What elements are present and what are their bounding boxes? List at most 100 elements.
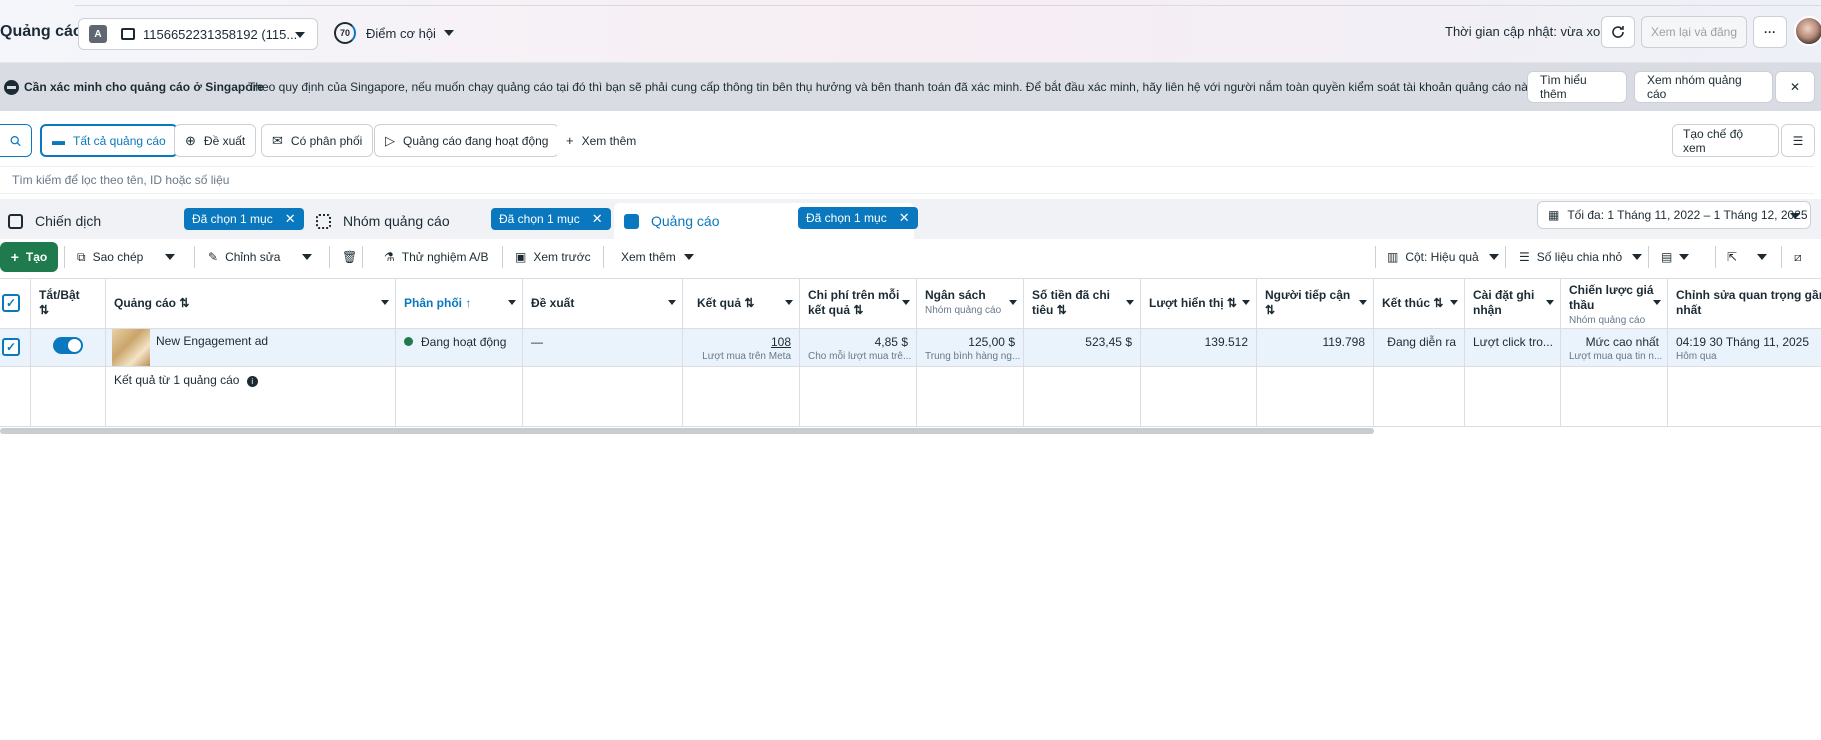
close-icon[interactable]: ✕: [592, 211, 603, 227]
filter-bar: ▬ Tất cả quảng cáo ⊕ Đề xuất ✉ Có phân p…: [0, 124, 1821, 158]
row-impressions-cell: 139.512: [1141, 329, 1257, 366]
filter-active-ads[interactable]: ▷ Quảng cáo đang hoạt động: [374, 124, 560, 157]
table-header-row: ✓ Tắt/Bật ⇅ Quảng cáo ⇅ Phân phối ↑ Đề x…: [0, 279, 1821, 329]
row-ad-cell[interactable]: New Engagement ad: [106, 329, 396, 366]
horizontal-scrollbar[interactable]: [0, 428, 1374, 434]
columns-icon: ▥: [1387, 250, 1399, 264]
header-impressions[interactable]: Lượt hiển thị ⇅: [1141, 279, 1257, 328]
header-recommendations[interactable]: Đề xuất: [523, 279, 683, 328]
divider: [1505, 246, 1506, 268]
header-budget[interactable]: Ngân sách Nhóm quảng cáo: [917, 279, 1024, 328]
preview-button[interactable]: ▣ Xem trước: [506, 242, 600, 272]
cost-sub: Cho mỗi lượt mua trê...: [808, 351, 912, 362]
avatar[interactable]: [1794, 16, 1821, 46]
breakdown-button[interactable]: ☰ Số liệu chia nhỏ: [1510, 242, 1652, 272]
row-spent-cell: 523,45 $: [1024, 329, 1141, 366]
campaigns-selected-chip[interactable]: Đã chọn 1 mục ✕: [184, 208, 304, 230]
columns-button[interactable]: ▥ Cột: Hiệu quả: [1378, 242, 1508, 272]
close-banner-button[interactable]: ✕: [1775, 71, 1815, 103]
table-row[interactable]: ✓ New Engagement ad Đang hoạt động — 108…: [0, 329, 1821, 367]
divider: [194, 246, 195, 268]
filter-recommendations[interactable]: ⊕ Đề xuất: [174, 124, 257, 157]
more-options-button[interactable]: ···: [1753, 16, 1787, 48]
close-icon[interactable]: ✕: [285, 211, 296, 227]
create-button[interactable]: + Tạo: [0, 242, 58, 272]
divider: [603, 246, 604, 268]
header-reach[interactable]: Người tiếp cận ⇅: [1257, 279, 1374, 328]
header-attribution[interactable]: Cài đặt ghi nhận: [1465, 279, 1561, 328]
header-reach-label-2: ⇅: [1265, 303, 1276, 317]
header-last-edit[interactable]: Chỉnh sửa quan trọng gần đây nhất: [1668, 279, 1821, 328]
header-ends[interactable]: Kết thúc ⇅: [1374, 279, 1465, 328]
ad-status-toggle[interactable]: [53, 337, 83, 354]
ab-test-label: Thử nghiệm A/B: [401, 250, 489, 264]
header-amount-spent[interactable]: Số tiền đã chi tiêu ⇅: [1024, 279, 1141, 328]
divider: [329, 246, 330, 268]
header-ad[interactable]: Quảng cáo ⇅: [106, 279, 396, 328]
sliders-icon: ☰: [1792, 133, 1804, 148]
ads-selected-chip[interactable]: Đã chọn 1 mục ✕: [798, 207, 918, 229]
delete-button[interactable]: 🗑: [333, 242, 357, 272]
divider: [64, 246, 65, 268]
view-adsets-button[interactable]: Xem nhóm quảng cáo: [1634, 71, 1773, 103]
opportunity-score[interactable]: 70 Điểm cơ hội: [334, 20, 454, 46]
row-ends-cell: Đang diễn ra: [1374, 329, 1465, 366]
learn-more-button[interactable]: Tìm hiểu thêm: [1527, 71, 1627, 103]
reports-button[interactable]: ▤: [1652, 242, 1699, 272]
search-input[interactable]: Tìm kiếm để lọc theo tên, ID hoặc số liệ…: [0, 166, 1814, 194]
header-bid-strategy[interactable]: Chiến lược giá thầu Nhóm quảng cáo: [1561, 279, 1668, 328]
search-toggle-button[interactable]: [0, 124, 32, 157]
close-icon[interactable]: ✕: [899, 210, 910, 226]
account-selector[interactable]: A 1156652231358192 (115...: [78, 18, 318, 50]
info-icon[interactable]: i: [246, 376, 258, 387]
header-attribution-label-2: nhận: [1473, 303, 1502, 317]
results-value[interactable]: 108: [771, 335, 791, 349]
see-more-filters-button[interactable]: + Xem thêm: [556, 124, 647, 157]
bid-sub: Lượt mua qua tin n...: [1569, 351, 1663, 362]
see-more-actions-button[interactable]: Xem thêm: [612, 242, 703, 272]
chevron-down-icon: [1359, 300, 1367, 305]
create-view-button[interactable]: Tạo chế độ xem: [1672, 124, 1779, 157]
budget-sub: Trung bình hàng ng...: [925, 351, 1021, 362]
ab-test-button[interactable]: ⚗ Thử nghiệm A/B: [375, 242, 498, 272]
page-title: Quảng cáo: [0, 23, 83, 40]
summary-cell: [683, 367, 800, 426]
view-settings-button[interactable]: ☰: [1781, 124, 1815, 157]
row-checkbox[interactable]: ✓: [2, 338, 20, 356]
ad-name-link[interactable]: New Engagement ad: [156, 334, 268, 348]
edit-button[interactable]: ✎ Chỉnh sửa: [199, 242, 290, 272]
duplicate-button[interactable]: ⧉ Sao chép: [68, 242, 153, 272]
header-results-label: Kết quả ⇅: [697, 296, 755, 310]
envelope-icon: ✉: [272, 132, 283, 148]
export-dropdown[interactable]: [1748, 242, 1776, 272]
chevron-down-icon: [1488, 254, 1499, 260]
active-status-icon: [404, 337, 413, 346]
review-publish-button[interactable]: Xem lại và đăng: [1641, 16, 1747, 48]
duplicate-dropdown[interactable]: [156, 242, 184, 272]
select-all-checkbox[interactable]: ✓: [2, 294, 20, 312]
last-updated: Thời gian cập nhật: vừa xong: [1445, 24, 1615, 39]
header-results[interactable]: Kết quả ⇅: [683, 279, 800, 328]
chevron-down-icon: [302, 254, 312, 260]
header-delivery[interactable]: Phân phối ↑: [396, 279, 523, 328]
export-button[interactable]: ⇱: [1718, 242, 1747, 272]
summary-cell: [1668, 367, 1821, 426]
filter-delivering[interactable]: ✉ Có phân phối: [261, 124, 374, 157]
edit-dropdown[interactable]: [293, 242, 321, 272]
header-cost-per-result[interactable]: Chi phí trên mỗi kết quả ⇅: [800, 279, 917, 328]
header-toggle[interactable]: Tắt/Bật ⇅: [31, 279, 106, 328]
row-results-cell: 108 Lượt mua trên Meta: [683, 329, 800, 366]
adsets-selected-chip[interactable]: Đã chọn 1 mục ✕: [491, 208, 611, 230]
header-delivery-label: Phân phối ↑: [404, 296, 472, 310]
header-budget-label: Ngân sách: [925, 288, 986, 302]
columns-label: Cột: Hiệu quả: [1405, 250, 1479, 264]
summary-label: Kết quả từ 1 quảng cáo: [114, 373, 240, 387]
chevron-down-icon: [295, 32, 305, 38]
date-range-picker[interactable]: ▦ Tối đa: 1 Tháng 11, 2022 – 1 Tháng 12,…: [1537, 201, 1811, 229]
charts-button[interactable]: ⧄: [1785, 242, 1811, 272]
chevron-down-icon: [1757, 254, 1767, 260]
filter-all-ads[interactable]: ▬ Tất cả quảng cáo: [40, 124, 178, 157]
row-budget-cell[interactable]: 125,00 $ Trung bình hàng ng...: [917, 329, 1024, 366]
refresh-button[interactable]: [1601, 16, 1635, 48]
plus-icon: +: [566, 133, 574, 148]
